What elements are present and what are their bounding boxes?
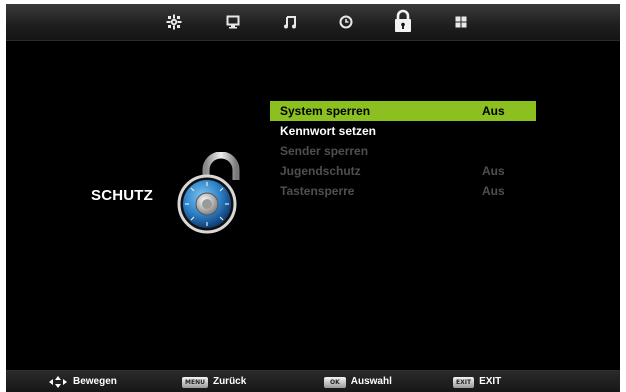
arrows-icon: [49, 376, 67, 388]
menu-item-value: Aus: [482, 104, 505, 118]
hint-select-label: Auswahl: [350, 376, 392, 387]
grid-icon: [455, 16, 467, 28]
hint-move: Bewegen: [49, 375, 117, 389]
picture-settings-icon: [166, 14, 182, 30]
ok-key-icon: OK: [324, 376, 346, 388]
tv-osd-screen: SCHUTZ System sperren Aus Kennwort setze…: [6, 4, 620, 392]
hint-back-label: Zurück: [212, 376, 247, 387]
tab-pc[interactable]: [222, 11, 244, 33]
hint-back: MENU Zurück: [182, 375, 246, 389]
exit-key-icon: EXIT: [453, 376, 475, 388]
hint-exit-label: EXIT: [479, 376, 502, 387]
menu-item-label: Tastensperre: [280, 184, 355, 198]
menu-item-value: Aus: [482, 184, 505, 198]
tab-audio[interactable]: [279, 11, 301, 33]
tab-time[interactable]: [335, 11, 357, 33]
menu-key-icon: MENU: [182, 376, 208, 388]
lock-icon: [395, 9, 411, 32]
menu-item-jugendschutz[interactable]: Jugendschutz Aus: [270, 161, 536, 181]
hint-exit: EXIT EXIT: [453, 375, 501, 389]
tab-picture[interactable]: [163, 11, 185, 33]
hint-select: OK Auswahl: [324, 375, 392, 389]
music-note-icon: [284, 16, 296, 29]
menu-item-label: Jugendschutz: [280, 164, 361, 178]
menu-item-sender-sperren[interactable]: Sender sperren: [270, 141, 536, 161]
section-title: SCHUTZ: [91, 187, 154, 204]
menu-item-value: Aus: [482, 164, 505, 178]
hint-bar: Bewegen MENU Zurück OK Auswahl EXIT EXIT: [6, 370, 620, 392]
menu-item-label: Kennwort setzen: [280, 124, 377, 138]
clock-icon: [339, 15, 353, 29]
hint-move-label: Bewegen: [73, 376, 117, 387]
tab-setup[interactable]: [450, 11, 472, 33]
menu-item-system-sperren[interactable]: System sperren Aus: [270, 101, 536, 121]
menu-item-label: Sender sperren: [280, 144, 369, 158]
menu-item-tastensperre[interactable]: Tastensperre Aus: [270, 181, 536, 201]
settings-menu: System sperren Aus Kennwort setzen Sende…: [270, 101, 536, 201]
pc-monitor-icon: [226, 15, 240, 29]
menu-item-kennwort-setzen[interactable]: Kennwort setzen: [270, 121, 536, 141]
menu-tab-bar: [6, 4, 620, 41]
menu-item-label: System sperren: [280, 104, 371, 118]
padlock-icon: [177, 152, 240, 234]
tab-lock[interactable]: [390, 6, 416, 36]
